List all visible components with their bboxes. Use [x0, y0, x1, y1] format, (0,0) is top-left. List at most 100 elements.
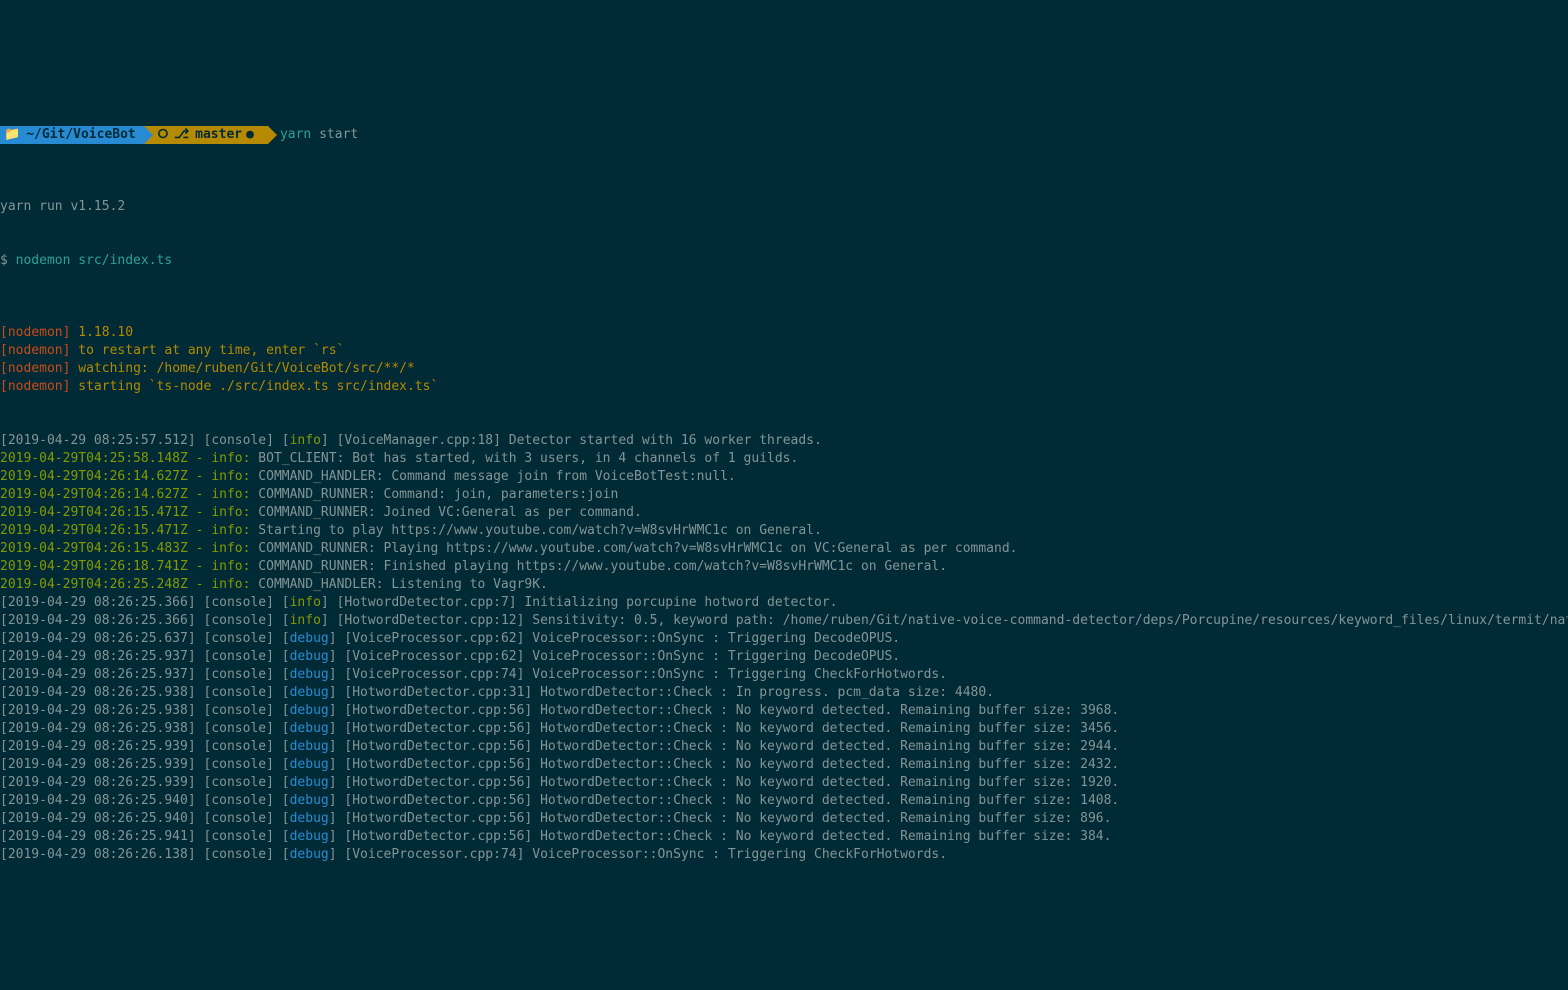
log-level: debug: [290, 829, 329, 844]
log-ts: [2019-04-29 08:26:25.366]: [0, 595, 204, 610]
log-src: [console]: [204, 847, 282, 862]
log-ts: 2019-04-29T04:26:14.627Z -: [0, 487, 211, 502]
log-ts: [2019-04-29 08:26:25.939]: [0, 739, 204, 754]
log-level: info: [290, 613, 321, 628]
log-ts: [2019-04-29 08:26:25.940]: [0, 811, 204, 826]
log-ts: 2019-04-29T04:25:58.148Z -: [0, 451, 211, 466]
prompt-branch: master: [195, 126, 242, 144]
log-level: info:: [211, 469, 258, 484]
dirty-icon: ●: [246, 126, 254, 144]
nodemon-prefix: [nodemon]: [0, 343, 78, 358]
log-ts: [2019-04-29 08:26:25.937]: [0, 649, 204, 664]
log-msg: COMMAND_HANDLER: Command message join fr…: [258, 469, 735, 484]
log-line: [2019-04-29 08:25:57.512] [console] [inf…: [0, 432, 1568, 450]
log-src: [console]: [204, 721, 282, 736]
log-line: [2019-04-29 08:26:25.941] [console] [deb…: [0, 828, 1568, 846]
log-msg: [HotwordDetector.cpp:56] HotwordDetector…: [344, 757, 1119, 772]
log-line: [2019-04-29 08:26:25.937] [console] [deb…: [0, 666, 1568, 684]
log-level: debug: [290, 775, 329, 790]
log-ts: [2019-04-29 08:26:25.938]: [0, 703, 204, 718]
log-level: info: [290, 433, 321, 448]
log-ts: [2019-04-29 08:26:25.366]: [0, 613, 204, 628]
log-level: debug: [290, 793, 329, 808]
log-msg: COMMAND_RUNNER: Command: join, parameter…: [258, 487, 618, 502]
log-line: [2019-04-29 08:26:25.366] [console] [inf…: [0, 594, 1568, 612]
log-level: info:: [211, 505, 258, 520]
log-line: [2019-04-29 08:26:25.938] [console] [deb…: [0, 702, 1568, 720]
log-line: [2019-04-29 08:26:25.637] [console] [deb…: [0, 630, 1568, 648]
log-src: [console]: [204, 793, 282, 808]
log-level: debug: [290, 757, 329, 772]
log-src: [console]: [204, 703, 282, 718]
log-level: info: [290, 595, 321, 610]
prompt-line: 📁~/Git/VoiceBot ⭘⎇master ● yarn start: [0, 126, 1568, 144]
nodemon-line: [nodemon] to restart at any time, enter …: [0, 342, 1568, 360]
log-level: debug: [290, 631, 329, 646]
log-src: [console]: [204, 613, 282, 628]
log-ts: 2019-04-29T04:26:18.741Z -: [0, 559, 211, 574]
nodemon-line: [nodemon] starting `ts-node ./src/index.…: [0, 378, 1568, 396]
terminal[interactable]: 📁~/Git/VoiceBot ⭘⎇master ● yarn start ya…: [0, 72, 1568, 900]
log-msg: [VoiceProcessor.cpp:62] VoiceProcessor::…: [344, 631, 900, 646]
log-ts: [2019-04-29 08:25:57.512]: [0, 433, 204, 448]
log-level: debug: [290, 649, 329, 664]
log-level: debug: [290, 847, 329, 862]
log-msg: COMMAND_RUNNER: Playing https://www.yout…: [258, 541, 1017, 556]
log-level: info:: [211, 559, 258, 574]
log-level: info:: [211, 577, 258, 592]
nodemon-msg: starting `ts-node ./src/index.ts src/ind…: [78, 379, 438, 394]
prompt-command: yarn start: [268, 126, 358, 144]
log-msg: [HotwordDetector.cpp:56] HotwordDetector…: [344, 721, 1119, 736]
log-ts: [2019-04-29 08:26:25.637]: [0, 631, 204, 646]
log-src: [console]: [204, 595, 282, 610]
log-msg: [HotwordDetector.cpp:56] HotwordDetector…: [344, 811, 1111, 826]
log-line: [2019-04-29 08:26:25.366] [console] [inf…: [0, 612, 1568, 630]
log-ts: [2019-04-29 08:26:26.138]: [0, 847, 204, 862]
log-level: debug: [290, 667, 329, 682]
log-ts: [2019-04-29 08:26:25.941]: [0, 829, 204, 844]
nodemon-msg: 1.18.10: [78, 325, 133, 340]
log-line: [2019-04-29 08:26:25.940] [console] [deb…: [0, 810, 1568, 828]
log-src: [console]: [204, 811, 282, 826]
nodemon-prefix: [nodemon]: [0, 379, 78, 394]
log-ts: [2019-04-29 08:26:25.939]: [0, 775, 204, 790]
exec-line: $ nodemon src/index.ts: [0, 252, 1568, 270]
log-line: [2019-04-29 08:26:26.138] [console] [deb…: [0, 846, 1568, 864]
log-src: [console]: [204, 829, 282, 844]
log-level: debug: [290, 739, 329, 754]
log-msg: [HotwordDetector.cpp:56] HotwordDetector…: [344, 703, 1119, 718]
log-ts: 2019-04-29T04:26:14.627Z -: [0, 469, 211, 484]
prompt-git-segment: ⭘⎇master ●: [144, 126, 268, 144]
log-line: [2019-04-29 08:26:25.937] [console] [deb…: [0, 648, 1568, 666]
log-ts: [2019-04-29 08:26:25.940]: [0, 793, 204, 808]
log-msg: [VoiceManager.cpp:18] Detector started w…: [337, 433, 822, 448]
log-ts: [2019-04-29 08:26:25.939]: [0, 757, 204, 772]
log-msg: [VoiceProcessor.cpp:74] VoiceProcessor::…: [344, 667, 947, 682]
log-level: info:: [211, 451, 258, 466]
log-line: [2019-04-29 08:26:25.938] [console] [deb…: [0, 720, 1568, 738]
nodemon-msg: to restart at any time, enter `rs`: [78, 343, 344, 358]
log-src: [console]: [204, 631, 282, 646]
nodemon-line: [nodemon] watching: /home/ruben/Git/Voic…: [0, 360, 1568, 378]
log-line: 2019-04-29T04:25:58.148Z - info: BOT_CLI…: [0, 450, 1568, 468]
log-ts: [2019-04-29 08:26:25.938]: [0, 685, 204, 700]
log-level: debug: [290, 811, 329, 826]
log-msg: BOT_CLIENT: Bot has started, with 3 user…: [258, 451, 798, 466]
log-line: 2019-04-29T04:26:15.483Z - info: COMMAND…: [0, 540, 1568, 558]
log-line: 2019-04-29T04:26:15.471Z - info: COMMAND…: [0, 504, 1568, 522]
log-msg: [HotwordDetector.cpp:56] HotwordDetector…: [344, 793, 1119, 808]
prompt-path: ~/Git/VoiceBot: [26, 126, 136, 144]
log-ts: 2019-04-29T04:26:25.248Z -: [0, 577, 211, 592]
log-src: [console]: [204, 775, 282, 790]
log-line: 2019-04-29T04:26:14.627Z - info: COMMAND…: [0, 486, 1568, 504]
log-src: [console]: [204, 685, 282, 700]
log-src: [console]: [204, 649, 282, 664]
log-ts: 2019-04-29T04:26:15.471Z -: [0, 523, 211, 538]
log-line: 2019-04-29T04:26:14.627Z - info: COMMAND…: [0, 468, 1568, 486]
log-ts: 2019-04-29T04:26:15.471Z -: [0, 505, 211, 520]
yarn-run-line: yarn run v1.15.2: [0, 198, 1568, 216]
log-msg: [VoiceProcessor.cpp:74] VoiceProcessor::…: [344, 847, 947, 862]
log-ts: [2019-04-29 08:26:25.938]: [0, 721, 204, 736]
log-line: [2019-04-29 08:26:25.939] [console] [deb…: [0, 774, 1568, 792]
log-msg: COMMAND_RUNNER: Finished playing https:/…: [258, 559, 947, 574]
